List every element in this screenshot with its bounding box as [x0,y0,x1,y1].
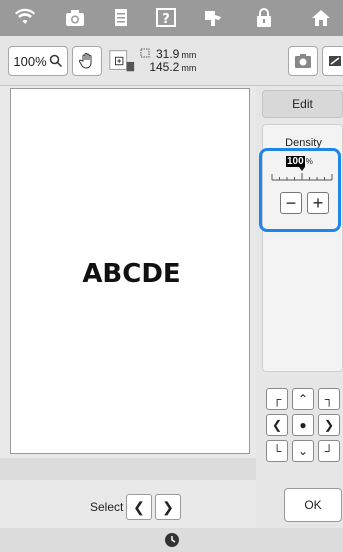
embroidery-letters: ABCDE [82,259,181,289]
edit-label: Edit [292,97,313,111]
camera-icon[interactable] [64,8,86,28]
corner-up-right-icon: ┐ [324,392,334,406]
density-scale [271,167,333,181]
move-down-left-button[interactable]: └ [266,440,288,462]
move-down-right-button[interactable]: ┘ [318,440,340,462]
chevron-up-icon: ⌃ [297,392,309,406]
ok-button[interactable]: OK [284,488,342,522]
position-pad: ┌ ⌃ ┐ ❮ ● ❯ └ ⌄ ┘ [262,388,343,462]
pattern-icon [328,56,341,66]
pattern-view-button[interactable] [322,46,343,76]
chevron-down-icon: ⌄ [297,444,309,458]
height-value: 145.2 [149,60,180,74]
sewing-icon[interactable] [202,8,224,28]
document-icon[interactable] [110,8,132,28]
ok-label: OK [304,498,322,512]
svg-text:?: ? [162,12,170,27]
hand-tool-button[interactable] [72,46,102,76]
frame-display-button[interactable] [108,46,136,76]
toolbar: 100% 31.9 mm 145.2 mm [0,36,343,86]
density-increase-button[interactable]: + [307,192,329,214]
size-icon [140,48,150,58]
select-prev-button[interactable]: ❮ [126,494,152,520]
move-up-right-button[interactable]: ┐ [318,388,340,410]
move-down-button[interactable]: ⌄ [292,440,314,462]
chevron-left-icon: ❮ [271,418,283,432]
width-unit: mm [181,50,197,60]
status-bar: ? [0,0,343,36]
height-unit: mm [181,63,197,73]
magnifier-icon [49,54,62,68]
select-next-button[interactable]: ❯ [155,494,181,520]
embroidery-text[interactable]: ABCDE [63,259,200,289]
wifi-icon[interactable] [14,8,36,28]
minus-icon: − [285,193,297,213]
camera-scan-button[interactable] [288,46,318,76]
help-icon[interactable]: ? [155,8,177,28]
home-icon[interactable] [310,8,332,28]
width-value: 31.9 [156,47,180,61]
plus-icon: + [312,193,324,213]
move-up-button[interactable]: ⌃ [292,388,314,410]
bottom-bar [0,528,343,552]
clock-icon[interactable] [164,532,180,548]
center-button[interactable]: ● [292,414,314,436]
canvas-footer [0,458,256,480]
chevron-right-icon: ❯ [323,418,335,432]
corner-down-right-icon: ┘ [324,444,334,458]
edit-tab[interactable]: Edit [262,90,343,118]
camera-frame-icon [295,54,311,68]
move-up-left-button[interactable]: ┌ [266,388,288,410]
center-dot-icon: ● [299,418,307,432]
zoom-label: 100% [13,53,47,69]
select-row: Select ❮ ❯ [0,488,256,526]
density-unit: % [305,157,313,166]
corner-up-left-icon: ┌ [272,392,282,406]
chevron-right-icon: ❯ [162,498,174,515]
chevron-left-icon: ❮ [133,498,145,515]
move-right-button[interactable]: ❯ [318,414,340,436]
size-readout: 31.9 mm 145.2 mm [140,48,196,74]
density-decrease-button[interactable]: − [280,192,302,214]
select-label: Select [90,500,124,514]
frame-icon [109,50,135,72]
move-left-button[interactable]: ❮ [266,414,288,436]
corner-down-left-icon: └ [272,444,282,458]
hand-icon [78,53,92,69]
density-pointer-icon [299,167,305,171]
zoom-button[interactable]: 100% [8,46,68,76]
lock-icon[interactable] [253,8,275,28]
